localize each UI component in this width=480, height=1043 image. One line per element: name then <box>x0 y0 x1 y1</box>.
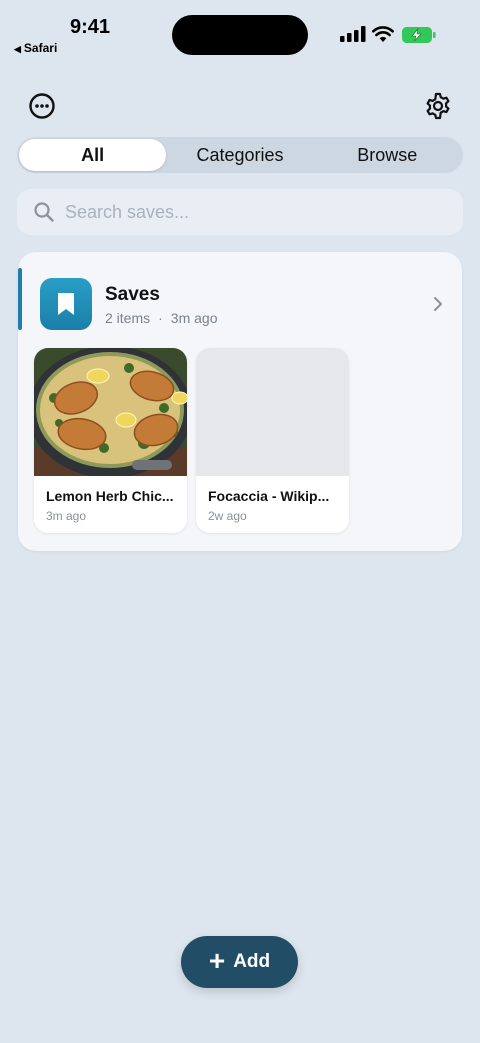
battery-charging-icon <box>402 27 436 43</box>
collection-accent-bar <box>18 268 22 330</box>
saved-item-time: 2w ago <box>208 509 247 523</box>
collection-meta: 2 items · 3m ago <box>105 310 218 326</box>
tab-all[interactable]: All <box>19 139 167 171</box>
more-options-button[interactable] <box>28 92 56 120</box>
saved-item-title: Focaccia - Wikip... <box>208 488 330 504</box>
meta-separator: · <box>158 310 163 326</box>
back-app-label: Safari <box>23 41 58 55</box>
cellular-signal-icon <box>340 26 366 42</box>
back-arrow-icon: ◀ <box>14 44 21 54</box>
tab-categories[interactable]: Categories <box>166 139 313 171</box>
search-icon <box>34 202 54 222</box>
status-time: 9:41 <box>70 16 111 38</box>
saved-items-list: Lemon Herb Chic... 3m ago Focaccia - Wik… <box>34 348 349 533</box>
tab-browse[interactable]: Browse <box>314 139 461 171</box>
search-input[interactable] <box>65 201 425 223</box>
view-segmented-control: All Categories Browse <box>17 137 463 173</box>
add-button-label: Add <box>233 951 271 972</box>
collection-title: Saves <box>105 284 160 305</box>
bookmark-icon <box>58 293 74 315</box>
recipe-photo <box>34 348 187 476</box>
saved-item-title: Lemon Herb Chic... <box>46 488 174 504</box>
gear-icon <box>426 92 450 120</box>
back-to-app-link[interactable]: ◀ Safari <box>14 41 57 55</box>
status-bar: 9:41 ◀ Safari <box>0 0 480 60</box>
collection-updated-time: 3m ago <box>170 310 218 326</box>
collection-icon <box>40 278 92 330</box>
settings-button[interactable] <box>423 91 453 121</box>
wifi-icon <box>372 26 394 42</box>
collection-item-count: 2 items <box>105 310 151 326</box>
chevron-right-icon[interactable] <box>432 295 444 313</box>
saved-item-card[interactable]: Lemon Herb Chic... 3m ago <box>34 348 187 533</box>
search-bar <box>17 189 463 235</box>
saved-item-card[interactable]: Focaccia - Wikip... 2w ago <box>196 348 349 533</box>
add-button[interactable]: + Add <box>181 936 298 988</box>
ellipsis-circle-icon <box>29 93 55 119</box>
dynamic-island <box>172 15 308 55</box>
collection-card[interactable]: Saves 2 items · 3m ago Lemon Herb Chic..… <box>18 252 462 551</box>
saved-item-time: 3m ago <box>46 509 87 523</box>
plus-icon: + <box>208 944 226 976</box>
image-placeholder <box>196 348 349 476</box>
